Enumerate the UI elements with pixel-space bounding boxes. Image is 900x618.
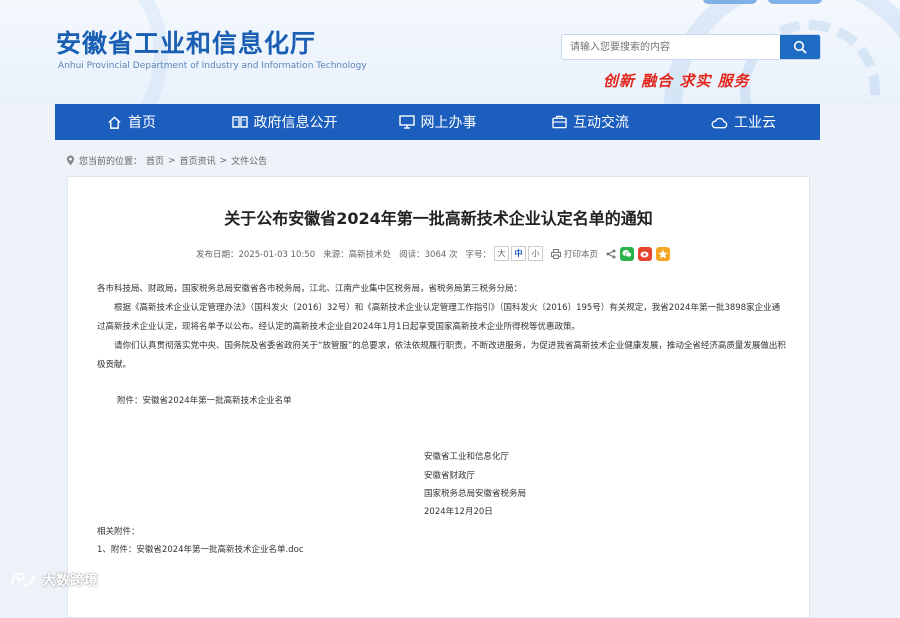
site-title[interactable]: 安徽省工业和信息化厅 [56, 24, 316, 60]
watermark: 大数跨境 [10, 570, 98, 590]
addressee: 各市科技局、财政局，国家税务总局安徽省各市税务局，江北、江南产业集中区税务局，省… [97, 284, 523, 294]
nav-item-home[interactable]: 首页 [55, 104, 208, 140]
attachment-note: 附件：安徽省2024年第一批高新技术企业名单 [117, 396, 292, 406]
signature-date: 2024年12月20日 [424, 507, 493, 517]
breadcrumb-news[interactable]: 首页资讯 [180, 154, 216, 167]
share-icon[interactable] [606, 249, 616, 259]
nav-label: 网上办事 [420, 115, 477, 131]
weibo-share-icon[interactable] [638, 246, 652, 261]
wechat-share-icon[interactable] [620, 246, 634, 261]
related-attachment-link[interactable]: 1、附件：安徽省2024年第一批高新技术企业名单.doc [97, 541, 787, 560]
monitor-icon [398, 115, 415, 129]
body-paragraph-2: 请你们认真贯彻落实党中央、国务院及省委省政府关于“放管服”的总要求，依法依规履行… [97, 341, 786, 370]
home-icon [108, 115, 121, 129]
slogan: 创新 融合 求实 服务 [603, 72, 750, 90]
font-size-control: 字号： 大 中 小 [465, 246, 543, 261]
location-pin-icon [66, 155, 75, 166]
publish-date: 发布日期：2025-01-03 10:50 [196, 249, 316, 260]
article-source: 来源：高新技术处 [323, 249, 392, 260]
breadcrumb-sep: > [168, 155, 176, 166]
share-bar [606, 246, 670, 261]
watermark-logo-icon [11, 572, 35, 587]
body-paragraph-1: 根据《高新技术企业认定管理办法》（国科发火〔2016〕32号）和《高新技术企业认… [97, 303, 781, 332]
breadcrumb-notices[interactable]: 文件公告 [231, 154, 267, 167]
watermark-text: 大数跨境 [42, 573, 98, 589]
nav-item-interaction[interactable]: 互动交流 [514, 104, 667, 140]
main-nav: 首页 政府信息公开 网上办事 互动交流 工业云 [55, 104, 820, 140]
breadcrumb-sep: > [219, 155, 228, 166]
nav-label: 首页 [128, 115, 156, 131]
article-panel: 关于公布安徽省2024年第一批高新技术企业认定名单的通知 发布日期：2025-0… [67, 176, 810, 618]
article-meta: 发布日期：2025-01-03 10:50 来源：高新技术处 阅读：3064 次… [196, 246, 670, 261]
nav-item-industry-cloud[interactable]: 工业云 [667, 104, 820, 140]
search-button[interactable] [780, 35, 820, 59]
related-attachments-label: 相关附件： [97, 527, 140, 537]
nav-label: 工业云 [734, 115, 776, 131]
nav-item-online-service[interactable]: 网上办事 [361, 104, 514, 140]
chat-icon [552, 115, 567, 129]
font-size-small[interactable]: 小 [527, 246, 543, 261]
print-button[interactable]: 打印本页 [550, 248, 598, 260]
breadcrumb: 您当前的位置： 首页 > 首页资讯 > 文件公告 [66, 154, 267, 167]
nav-label: 政府信息公开 [253, 115, 338, 131]
signature-line: 国家税务总局安徽省税务局 [424, 489, 527, 499]
search-bar [561, 34, 821, 60]
signature-line: 安徽省财政厅 [424, 471, 476, 481]
nav-label: 互动交流 [573, 115, 629, 131]
article-title: 关于公布安徽省2024年第一批高新技术企业认定名单的通知 [224, 209, 653, 228]
font-size-large[interactable]: 大 [493, 246, 509, 261]
font-size-medium[interactable]: 中 [510, 246, 526, 261]
site-subtitle: Anhui Provincial Department of Industry … [58, 61, 367, 71]
search-input[interactable] [562, 35, 780, 59]
qzone-share-icon[interactable] [656, 246, 670, 261]
book-icon [231, 116, 248, 128]
font-size-label: 字号： [465, 249, 491, 260]
breadcrumb-prefix: 您当前的位置： [79, 157, 143, 167]
printer-icon [550, 248, 561, 259]
view-count: 阅读：3064 次 [399, 249, 458, 260]
nav-item-gov-info[interactable]: 政府信息公开 [208, 104, 361, 140]
site-header: 安徽省工业和信息化厅 Anhui Provincial Department o… [0, 0, 900, 104]
cloud-icon [711, 117, 728, 128]
signature-line: 安徽省工业和信息化厅 [424, 452, 510, 462]
print-label: 打印本页 [563, 249, 598, 260]
search-icon [793, 40, 807, 54]
breadcrumb-home[interactable]: 首页 [146, 154, 164, 167]
